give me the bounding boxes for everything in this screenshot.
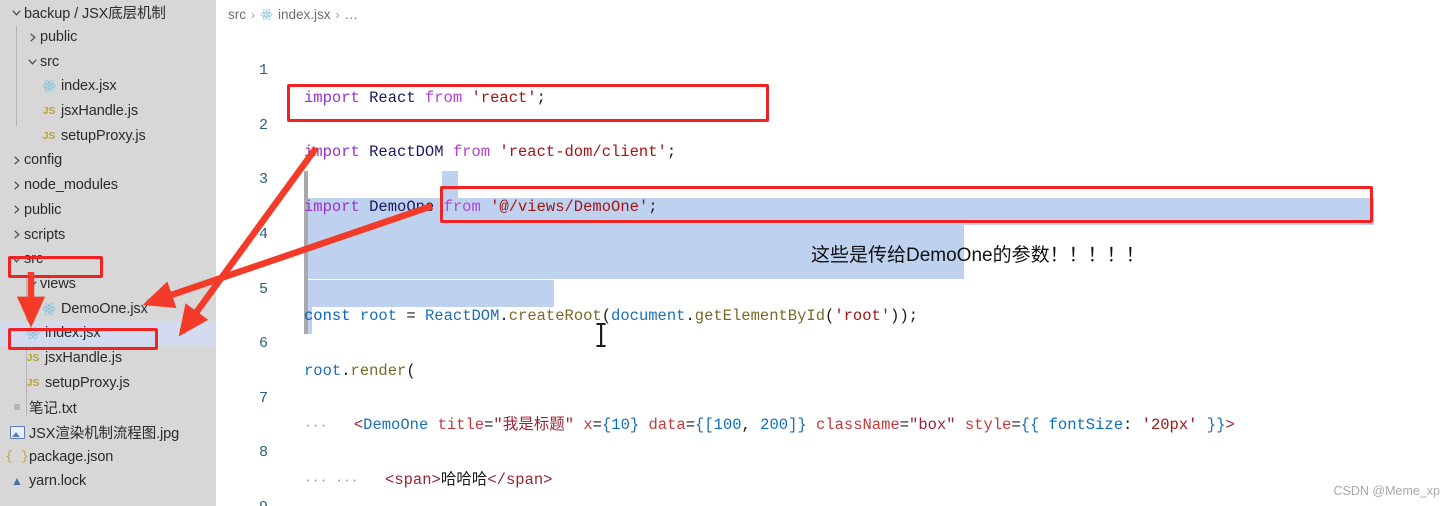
sidebar-item-label: DemoOne.jsx (61, 300, 148, 317)
json-icon: { } (5, 449, 29, 465)
js-icon: JS (42, 105, 56, 118)
sidebar-item-src[interactable]: src (0, 247, 216, 272)
yarn-icon: ▲ (11, 474, 23, 489)
sidebar-item-index-jsx[interactable]: index.jsx (0, 74, 216, 99)
chevron-right-icon (8, 204, 24, 215)
line-number: 6 (258, 335, 268, 353)
sidebar-root-label: backup / JSX底层机制 (24, 5, 166, 22)
line-content: root.render( (304, 361, 416, 380)
line-content: import ReactDOM from 'react-dom/client'; (304, 143, 677, 162)
react-icon (260, 8, 273, 21)
sidebar-item-label: jsxHandle.js (61, 103, 138, 120)
sidebar-item-jsxhandle-js[interactable]: JS jsxHandle.js (0, 346, 216, 371)
text-ibeam-cursor (594, 322, 608, 353)
sidebar-item-src[interactable]: src (0, 49, 216, 74)
line-number: 4 (258, 226, 268, 244)
sidebar-item-label: public (24, 201, 62, 218)
line-content: import React from 'react'; (304, 88, 546, 107)
breadcrumb-indexjsx[interactable]: index.jsx (278, 7, 331, 22)
chevron-down-icon (24, 56, 40, 67)
sidebar-item-index-jsx[interactable]: index.jsx (0, 320, 216, 346)
react-icon (40, 79, 58, 93)
sidebar-item-label: package.json (29, 448, 114, 465)
chevron-down-icon (24, 278, 40, 289)
sidebar-item-label: setupProxy.js (61, 127, 146, 144)
sidebar-item-jsx-jpg[interactable]: JSX渲染机制流程图.jpg (0, 420, 216, 445)
sidebar-item-label: jsxHandle.js (45, 349, 122, 366)
sidebar-item-label: public (40, 29, 78, 46)
sidebar-item-demoone-jsx[interactable]: DemoOne.jsx (0, 296, 216, 321)
chevron-right-icon (8, 180, 24, 191)
sidebar-item-label: config (24, 152, 63, 169)
annotation-note: 这些是传给DemoOne的参数！！！！！ (811, 245, 1145, 266)
line-number: 9 (216, 494, 268, 506)
sidebar-item-public[interactable]: public (0, 198, 216, 223)
breadcrumb-src[interactable]: src (228, 7, 246, 22)
react-icon (24, 326, 42, 340)
js-icon: JS (42, 129, 56, 142)
chevron-down-icon (8, 254, 24, 265)
sidebar-item-label: yarn.lock (29, 473, 87, 490)
breadcrumb[interactable]: src › index.jsx › … (228, 7, 358, 22)
explorer-sidebar[interactable]: backup / JSX底层机制 public src index.jsx JS jsx… (0, 0, 216, 506)
line-content: import DemoOne from '@/views/DemoOne'; (304, 197, 658, 216)
sidebar-item-setupproxy-js[interactable]: JS setupProxy.js (0, 370, 216, 395)
react-icon (40, 302, 58, 316)
chevron-right-icon (8, 229, 24, 240)
sidebar-item-txt[interactable]: ≡ 笔记.txt (0, 395, 216, 420)
sidebar-item-label: index.jsx (61, 78, 117, 95)
line-content: const root = ReactDOM.createRoot(documen… (304, 306, 919, 325)
code-editor[interactable]: 1 import React from 'react'; 2 import Re… (216, 30, 1454, 506)
sidebar-item-label: views (40, 275, 76, 292)
sidebar-item-yarn-lock[interactable]: ▲ yarn.lock (0, 469, 216, 494)
line-content: ··· ··· <span>哈哈哈</span> (304, 470, 553, 489)
sidebar-item-package-json[interactable]: { } package.json (0, 444, 216, 469)
breadcrumb-separator: › (335, 7, 340, 22)
editor-pane[interactable]: src › index.jsx › … 1 import React from … (216, 0, 1454, 506)
breadcrumb-separator: › (251, 7, 255, 22)
sidebar-item-jsxhandle-js[interactable]: JS jsxHandle.js (0, 99, 216, 124)
sidebar-item-scripts[interactable]: scripts (0, 222, 216, 247)
txt-icon: ≡ (13, 400, 21, 415)
chevron-right-icon (24, 32, 40, 43)
sidebar-root-folder[interactable]: backup / JSX底层机制 (0, 0, 216, 25)
line-number: 2 (258, 116, 268, 134)
sidebar-item-label: 笔记.txt (29, 400, 77, 417)
line-number: 7 (258, 389, 268, 407)
sidebar-item-label: setupProxy.js (45, 374, 130, 391)
sidebar-item-setupproxy-js[interactable]: JS setupProxy.js (0, 123, 216, 148)
breadcrumb-ellipsis[interactable]: … (345, 7, 359, 22)
line-number: 5 (258, 280, 268, 298)
sidebar-item-config[interactable]: config (0, 148, 216, 173)
chevron-down-icon (8, 7, 24, 18)
line-content: ··· <DemoOne title="我是标题" x={10} data={[… (304, 416, 1235, 435)
sidebar-tree: public src index.jsx JS jsxHandle.js JS setupP… (0, 25, 216, 494)
watermark: CSDN @Meme_xp (1333, 484, 1440, 498)
jpg-icon (8, 425, 26, 439)
chevron-right-icon (8, 155, 24, 166)
js-icon: JS (26, 351, 40, 364)
sidebar-item-public[interactable]: public (0, 25, 216, 50)
code-line[interactable]: 1 import React from 'react'; (216, 30, 1454, 106)
line-number: 1 (258, 62, 268, 80)
line-number: 8 (258, 444, 268, 462)
sidebar-item-views[interactable]: views (0, 272, 216, 297)
vscode-screenshot: backup / JSX底层机制 public src index.jsx JS jsx… (0, 0, 1454, 506)
sidebar-item-node-modules[interactable]: node_modules (0, 173, 216, 198)
line-number: 3 (258, 171, 268, 189)
sidebar-item-label: src (24, 251, 44, 268)
js-icon: JS (26, 376, 40, 389)
sidebar-item-label: src (40, 53, 60, 70)
sidebar-item-label: node_modules (24, 177, 118, 194)
sidebar-item-label: index.jsx (45, 325, 101, 342)
sidebar-item-label: scripts (24, 226, 66, 243)
sidebar-item-label: JSX渲染机制流程图.jpg (29, 425, 180, 442)
